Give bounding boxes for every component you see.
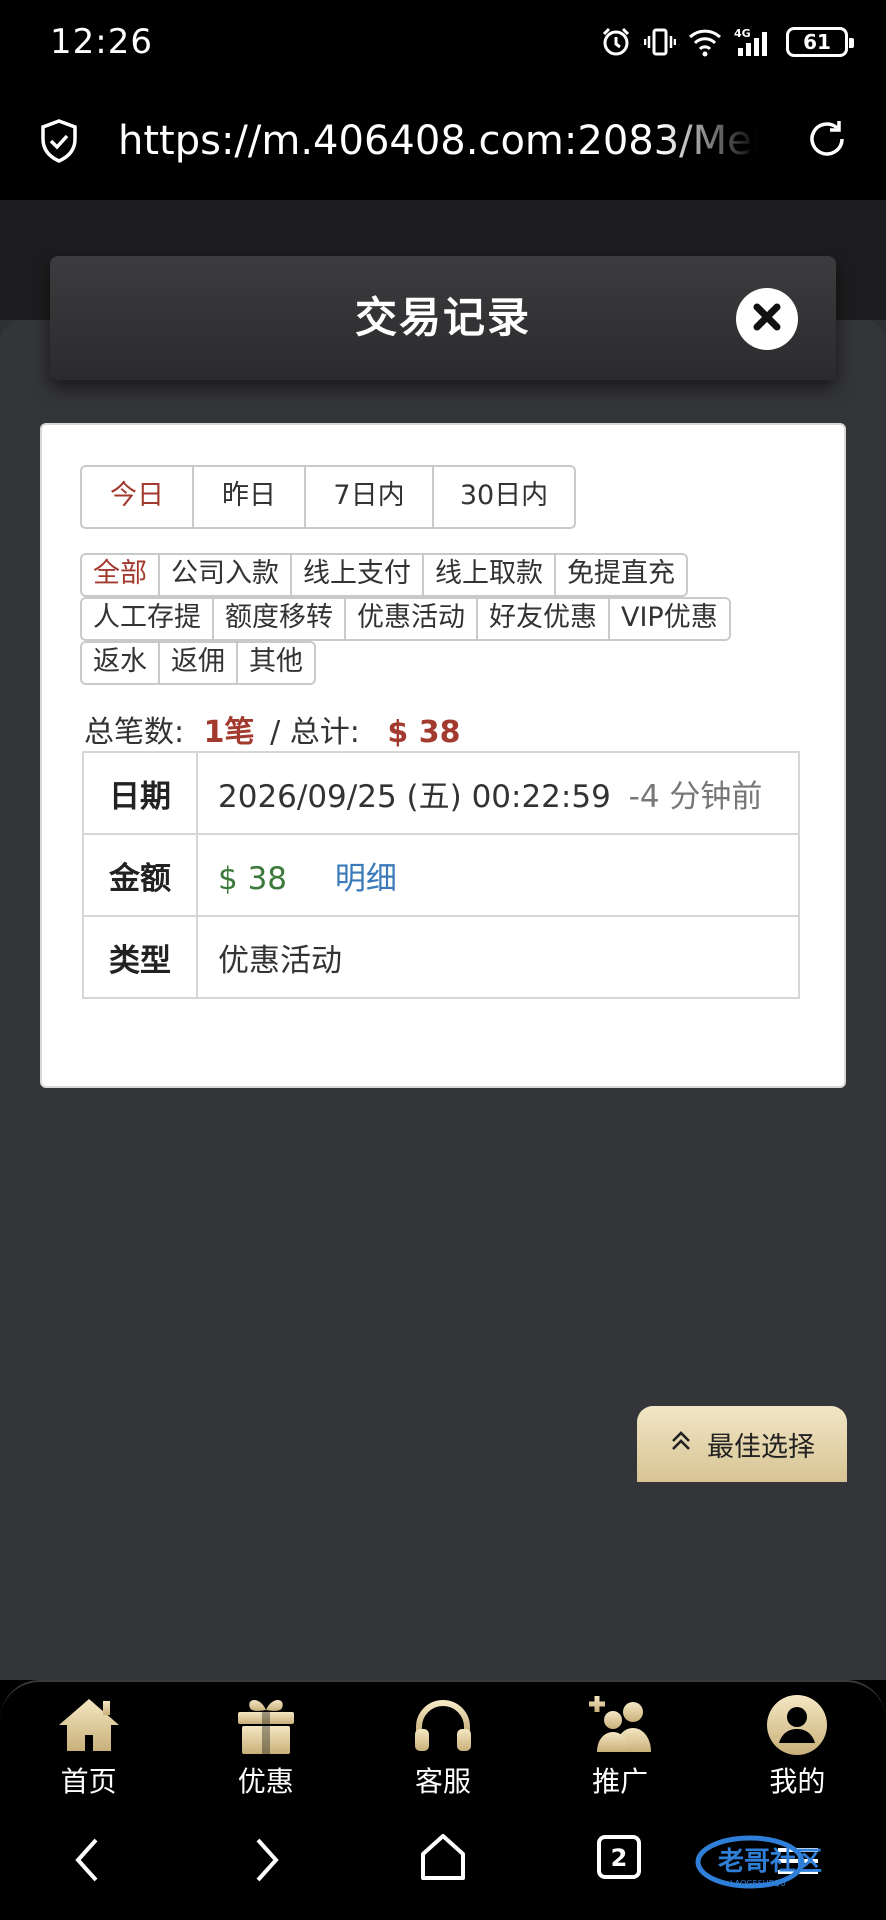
date-relative: -4 分钟前 <box>628 778 763 815</box>
nav-referral-label: 推广 <box>592 1765 649 1798</box>
tab-yesterday[interactable]: 昨日 <box>192 467 304 527</box>
best-choice-label: 最佳选择 <box>707 1431 815 1463</box>
tab-count: 2 <box>611 1844 628 1872</box>
alarm-icon <box>600 26 632 58</box>
reload-icon[interactable] <box>804 116 850 166</box>
watermark-logo: 老哥社区 LAOGESHEQU <box>690 1832 870 1892</box>
status-icons: 4G 61 <box>600 22 854 62</box>
table-row: 金额 $ 38 明细 <box>82 833 800 917</box>
svg-text:4G: 4G <box>734 27 751 40</box>
bottom-nav: 首页 优惠 客服 推广 我的 <box>0 1680 886 1800</box>
total-value: $ 38 <box>387 715 461 750</box>
nav-home[interactable]: 首页 <box>14 1682 164 1800</box>
nav-promotions[interactable]: 优惠 <box>191 1682 341 1800</box>
type-label: 类型 <box>82 915 198 999</box>
type-value: 优惠活动 <box>196 915 800 999</box>
forward-icon[interactable] <box>252 1836 282 1888</box>
home-button-icon[interactable] <box>418 1832 468 1886</box>
watermark-sub: LAOGESHEQU <box>730 1879 786 1888</box>
filter-commission[interactable]: 返佣 <box>158 643 236 683</box>
add-user-icon <box>587 1692 653 1758</box>
signal-4g-icon: 4G <box>734 26 774 58</box>
filter-all[interactable]: 全部 <box>82 555 158 595</box>
nav-referral[interactable]: 推广 <box>545 1682 695 1800</box>
profile-icon <box>765 1692 829 1758</box>
filter-rebate[interactable]: 返水 <box>82 643 158 683</box>
table-row: 日期 2026/09/25 (五) 00:22:59 -4 分钟前 <box>82 751 800 835</box>
total-label: 总计: <box>289 715 360 750</box>
detail-link[interactable]: 明细 <box>335 861 397 897</box>
home-icon <box>57 1692 121 1758</box>
nav-profile-label: 我的 <box>769 1765 826 1798</box>
date-cell: 2026/09/25 (五) 00:22:59 -4 分钟前 <box>196 751 800 835</box>
tab-30-days[interactable]: 30日内 <box>432 467 574 527</box>
wifi-icon <box>688 27 722 57</box>
modal-title: 交易记录 <box>354 293 531 342</box>
modal-header: 交易记录 <box>50 256 836 380</box>
date-value: 2026/09/25 (五) 00:22:59 <box>218 778 611 815</box>
count-value: 1笔 <box>203 715 255 750</box>
filter-group: 人工存提 额度移转 优惠活动 好友优惠 VIP优惠 <box>80 597 731 641</box>
close-button[interactable] <box>736 288 798 350</box>
table-row: 类型 优惠活动 <box>82 915 800 999</box>
filter-transfer[interactable]: 额度移转 <box>212 599 344 639</box>
filter-row: 人工存提 额度移转 优惠活动 好友优惠 VIP优惠 <box>80 597 820 641</box>
tab-7-days[interactable]: 7日内 <box>304 467 432 527</box>
back-icon[interactable] <box>72 1836 102 1888</box>
filter-company-deposit[interactable]: 公司入款 <box>158 555 290 595</box>
filter-online-withdrawal[interactable]: 线上取款 <box>422 555 554 595</box>
nav-home-label: 首页 <box>60 1765 117 1798</box>
count-label: 总笔数: <box>84 715 185 750</box>
filter-manual[interactable]: 人工存提 <box>82 599 212 639</box>
tabs-icon[interactable]: 2 <box>596 1834 642 1884</box>
amount-label: 金额 <box>82 833 198 917</box>
nav-profile[interactable]: 我的 <box>722 1682 872 1800</box>
filter-direct-topup[interactable]: 免提直充 <box>554 555 686 595</box>
status-time: 12:26 <box>50 22 153 62</box>
filter-vip-bonus[interactable]: VIP优惠 <box>608 599 729 639</box>
nav-support[interactable]: 客服 <box>368 1682 518 1800</box>
filter-group: 全部 公司入款 线上支付 线上取款 免提直充 <box>80 553 688 597</box>
record-table: 日期 2026/09/25 (五) 00:22:59 -4 分钟前 金额 $ 3… <box>82 751 800 999</box>
date-label: 日期 <box>82 751 198 835</box>
date-range-tabs: 今日 昨日 7日内 30日内 <box>80 465 576 529</box>
headphones-icon <box>411 1692 475 1758</box>
filter-other[interactable]: 其他 <box>236 643 314 683</box>
transaction-card: 今日 昨日 7日内 30日内 全部 公司入款 线上支付 线上取款 免提直充 人工… <box>40 423 846 1088</box>
summary: 总笔数: 1笔 / 总计: $ 38 <box>84 707 460 751</box>
filter-group: 返水 返佣 其他 <box>80 641 316 685</box>
status-bar: 12:26 4G 61 <box>0 0 886 84</box>
url-field[interactable]: https://m.406408.com:2083/Member <box>118 118 758 164</box>
amount-cell: $ 38 明细 <box>196 833 800 917</box>
gift-icon <box>234 1692 298 1758</box>
summary-separator: / <box>270 715 281 750</box>
filter-row: 返水 返佣 其他 <box>80 641 820 685</box>
type-filters: 全部 公司入款 线上支付 线上取款 免提直充 人工存提 额度移转 优惠活动 好友… <box>80 553 820 685</box>
amount-value: $ 38 <box>218 860 288 897</box>
best-choice-button[interactable]: 最佳选择 <box>637 1406 847 1482</box>
filter-online-payment[interactable]: 线上支付 <box>290 555 422 595</box>
tab-today[interactable]: 今日 <box>82 467 192 527</box>
filter-promotion[interactable]: 优惠活动 <box>344 599 476 639</box>
vibrate-icon <box>644 26 676 58</box>
battery-indicator: 61 <box>786 27 854 57</box>
double-chevron-up-icon <box>669 1429 693 1460</box>
filter-row: 全部 公司入款 线上支付 线上取款 免提直充 <box>80 553 820 597</box>
secure-shield-icon[interactable] <box>38 118 80 168</box>
close-icon <box>751 301 783 337</box>
nav-support-label: 客服 <box>414 1765 471 1798</box>
nav-promotions-label: 优惠 <box>237 1765 294 1798</box>
browser-url-bar: https://m.406408.com:2083/Member <box>0 84 886 200</box>
filter-friend-bonus[interactable]: 好友优惠 <box>476 599 608 639</box>
watermark-brand: 老哥社区 <box>718 1846 822 1877</box>
